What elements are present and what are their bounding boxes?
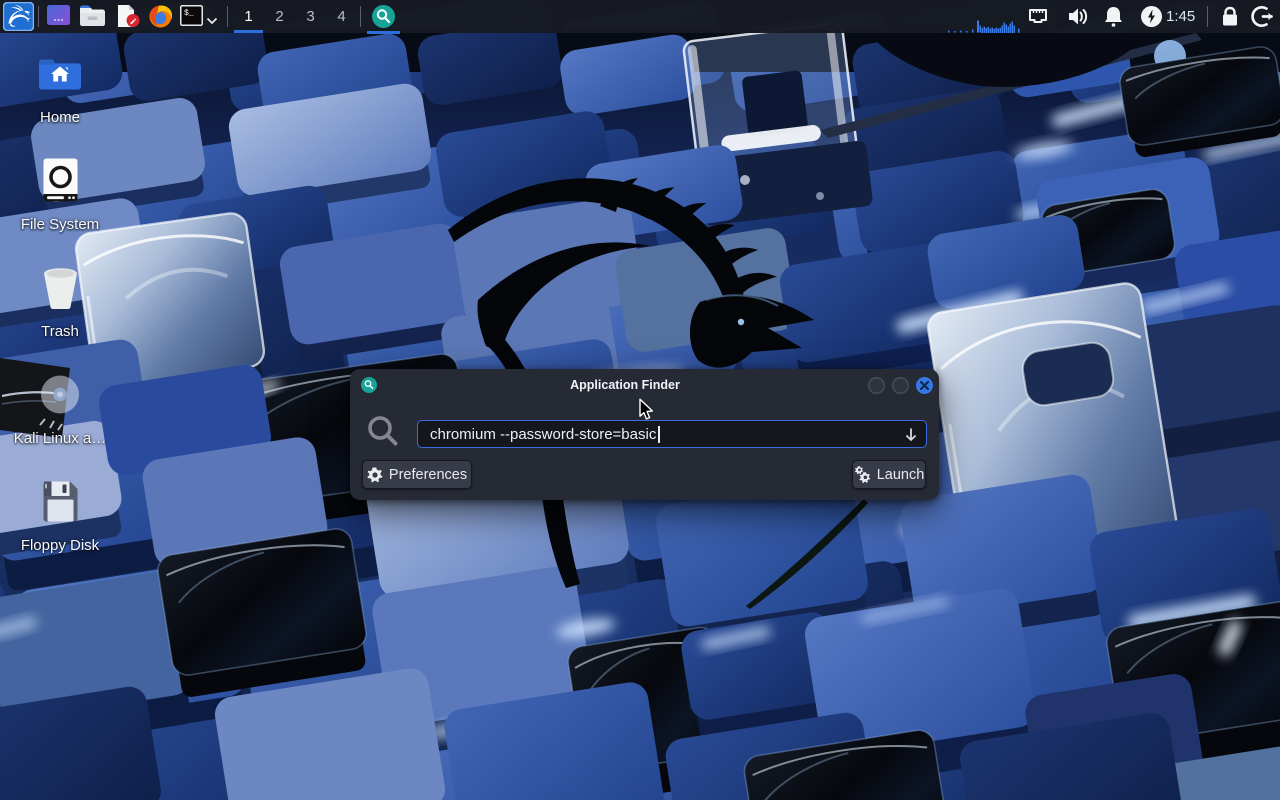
svg-text:$_: $_ [184, 9, 194, 18]
